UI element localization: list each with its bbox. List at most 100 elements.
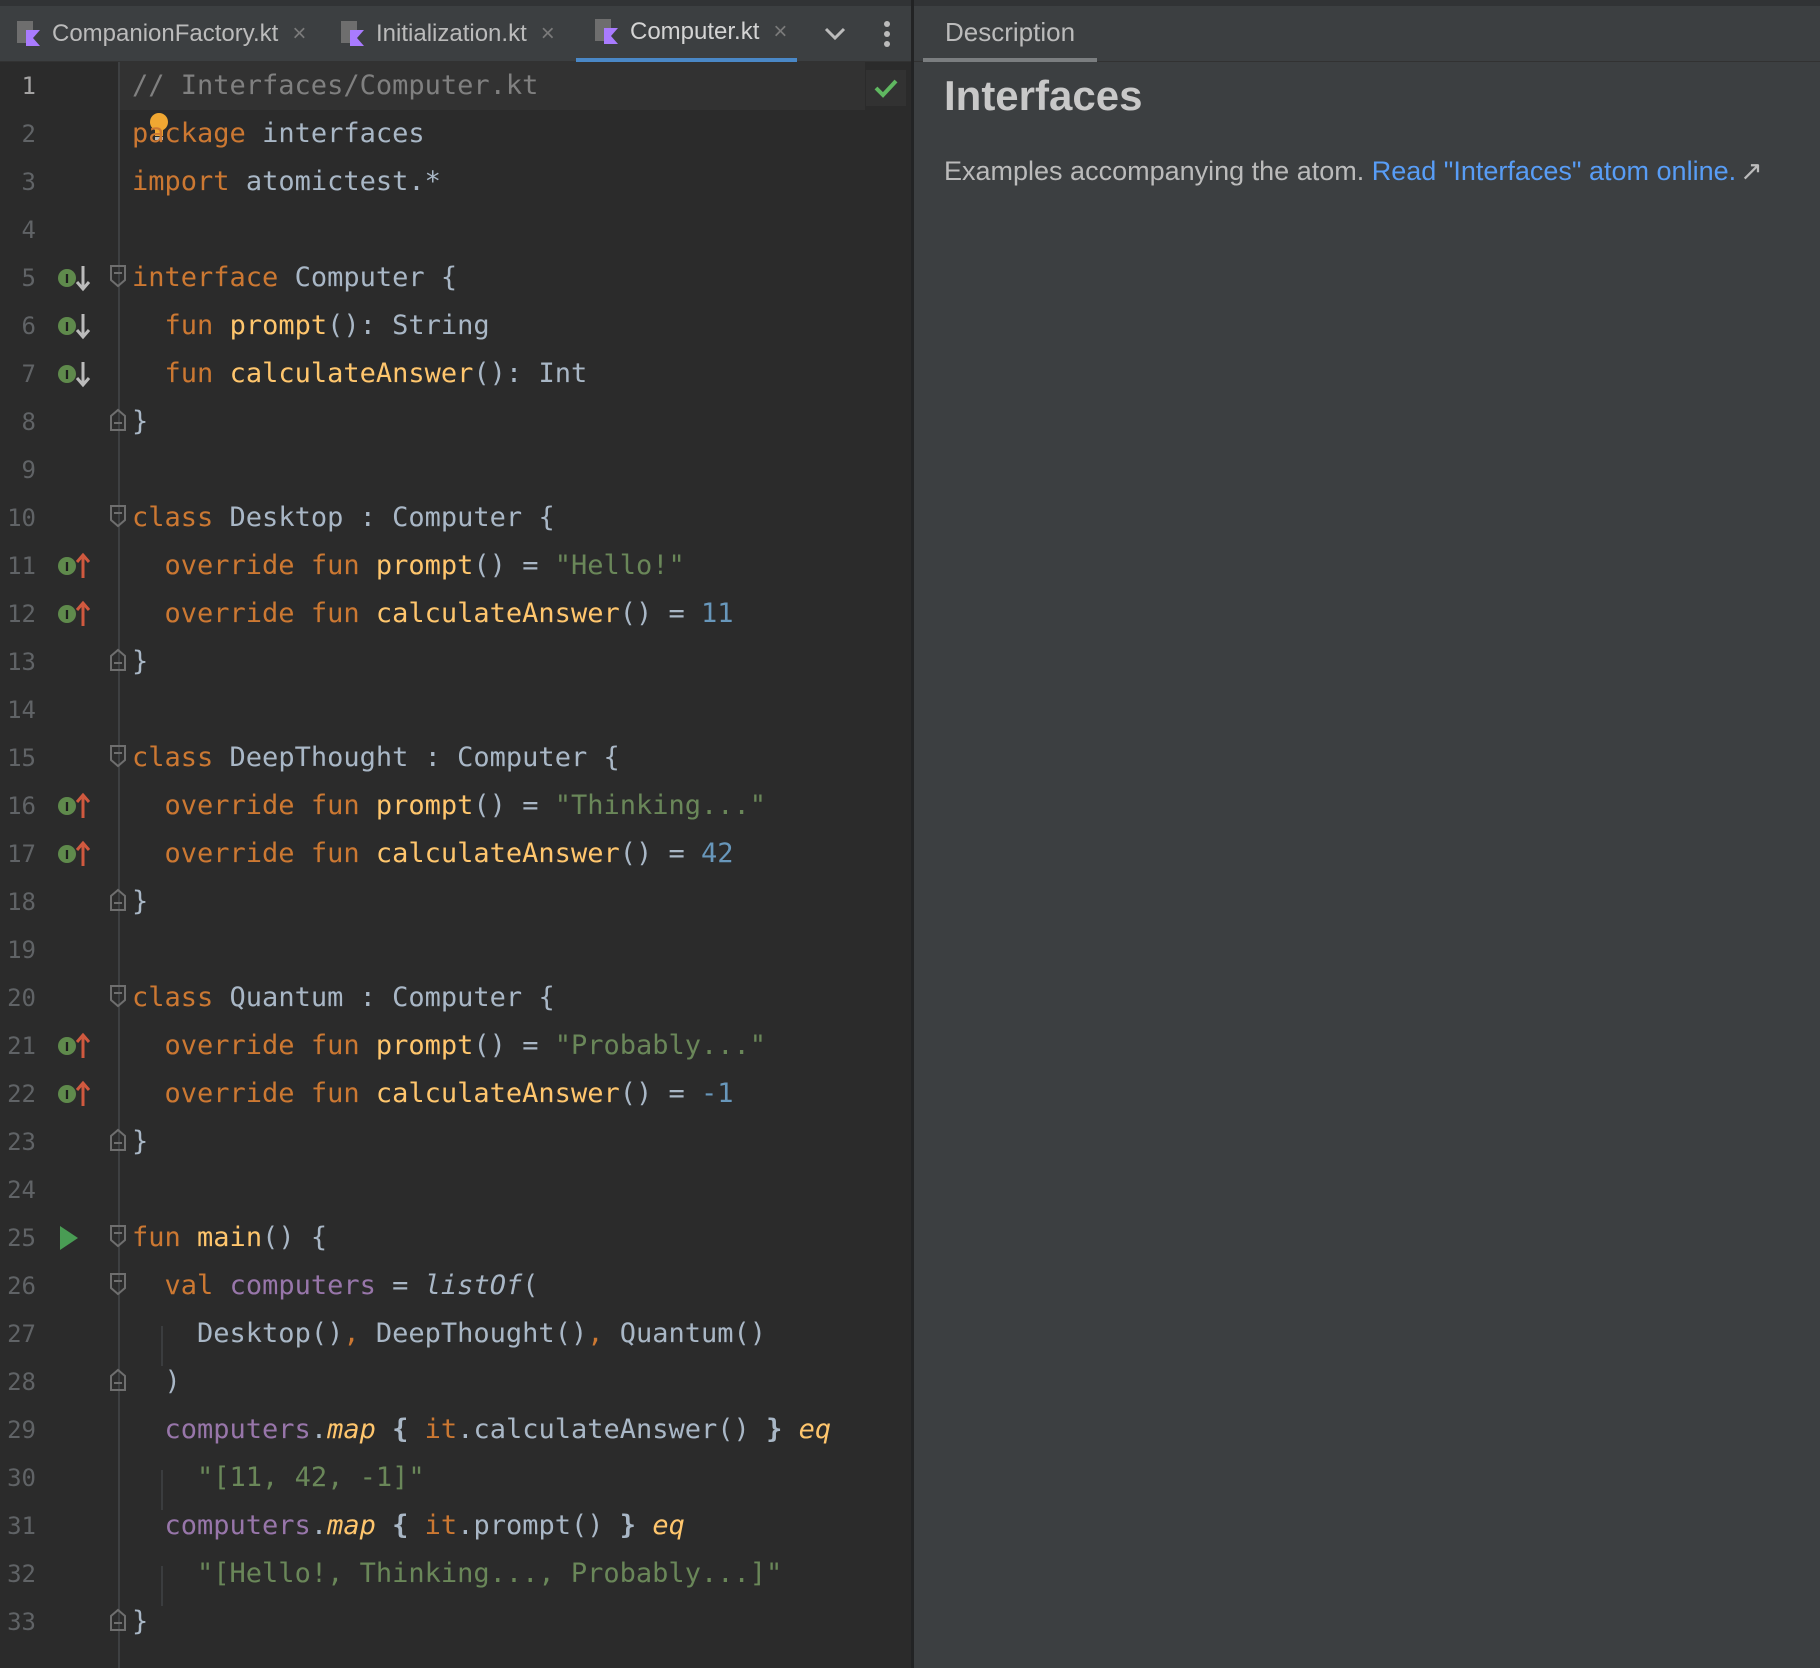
code-line: } [132,406,149,437]
svg-text:I: I [65,272,69,286]
code-line: class DeepThought : Computer { [132,742,620,773]
line-number: 13 [7,648,36,676]
line-number: 22 [7,1080,36,1108]
more-options-button[interactable] [870,16,904,52]
editor-pane: CompanionFactory.kt × Initialization.kt … [0,0,911,1668]
line-number: 19 [7,936,36,964]
line-number: 8 [21,408,36,436]
line-number: 30 [7,1464,36,1492]
code-editor[interactable]: // Interfaces/Computer.kt package interf… [132,62,892,1646]
fold-end-icon[interactable] [108,1608,128,1632]
svg-text:I: I [65,800,69,814]
tab-companion-factory[interactable]: CompanionFactory.kt × [16,6,306,62]
tab-computer[interactable]: Computer.kt × [576,6,798,62]
code-line: package interfaces [132,118,425,149]
code-line: fun calculateAnswer(): Int [164,358,588,389]
fold-icon[interactable] [108,264,128,288]
fold-icon[interactable] [108,984,128,1008]
kotlin-file-icon [341,21,364,46]
kotlin-file-icon [17,21,40,46]
fold-end-icon[interactable] [108,648,128,672]
close-icon[interactable]: × [773,18,787,46]
implemented-by-icon[interactable]: I [52,254,100,302]
svg-text:I: I [65,848,69,862]
line-numbers: 1 2 3 4 5 6 7 8 9 10 11 12 13 14 15 16 1… [0,62,44,1646]
line-number: 32 [7,1560,36,1588]
line-number: 12 [7,600,36,628]
svg-text:I: I [65,320,69,334]
line-number: 10 [7,504,36,532]
line-number: 9 [21,456,36,484]
code-line: class Quantum : Computer { [132,982,555,1013]
implemented-by-icon[interactable]: I [52,350,100,398]
line-number: 21 [7,1032,36,1060]
code-line: fun main() { [132,1222,328,1253]
code-line: class Desktop : Computer { [132,502,555,533]
fold-icon[interactable] [108,1272,128,1296]
fold-end-icon[interactable] [108,888,128,912]
fold-end-icon[interactable] [108,1128,128,1152]
code-line: computers.map { it.calculateAnswer() } e… [164,1414,832,1445]
line-number: 27 [7,1320,36,1348]
code-line: } [132,646,149,677]
implements-icon[interactable]: I [52,782,100,830]
line-number: 26 [7,1272,36,1300]
fold-end-icon[interactable] [108,1368,128,1392]
line-number: 6 [21,312,36,340]
editor-tab-bar: CompanionFactory.kt × Initialization.kt … [0,0,911,62]
line-number: 5 [21,264,36,292]
fold-icon[interactable] [108,744,128,768]
implements-icon[interactable]: I [52,542,100,590]
inspection-status[interactable] [866,70,906,106]
code-line: } [132,1606,149,1637]
close-icon[interactable]: × [292,20,306,48]
line-number: 18 [7,888,36,916]
code-line: override fun calculateAnswer() = -1 [164,1078,734,1109]
code-line: Desktop(), DeepThought(), Quantum() [197,1318,767,1349]
svg-text:I: I [65,368,69,382]
line-number: 25 [7,1224,36,1252]
code-line: val computers = listOf( [164,1270,539,1301]
chevron-down-icon [824,27,846,41]
close-icon[interactable]: × [541,20,555,48]
code-line: interface Computer { [132,262,458,293]
implements-icon[interactable]: I [52,1070,100,1118]
tab-description[interactable]: Description [923,6,1098,62]
code-line: import atomictest.* [132,166,441,197]
fold-icon[interactable] [108,504,128,528]
tab-initialization[interactable]: Initialization.kt × [340,6,555,62]
line-number: 3 [21,168,36,196]
fold-end-icon[interactable] [108,408,128,432]
run-icon[interactable] [52,1214,100,1262]
implements-icon[interactable]: I [52,830,100,878]
line-number: 16 [7,792,36,820]
description-panel: Description Interfaces Examples accompan… [914,0,1820,1668]
code-line: override fun calculateAnswer() = 11 [164,598,734,629]
tab-label: CompanionFactory.kt [52,20,279,47]
line-number: 31 [7,1512,36,1540]
code-line: computers.map { it.prompt() } eq [164,1510,685,1541]
line-number: 24 [7,1176,36,1204]
line-number: 11 [7,552,36,580]
code-line: fun prompt(): String [164,310,490,341]
implements-icon[interactable]: I [52,1022,100,1070]
tabs-dropdown-button[interactable] [818,16,852,52]
line-number: 28 [7,1368,36,1396]
code-line: override fun prompt() = "Hello!" [164,550,685,581]
fold-icon[interactable] [108,1224,128,1248]
tab-label: Initialization.kt [376,20,527,47]
read-online-link[interactable]: Read "Interfaces" atom online. [1372,156,1736,186]
svg-text:I: I [65,560,69,574]
checkmark-icon [874,79,898,98]
line-number: 29 [7,1416,36,1444]
implemented-by-icon[interactable]: I [52,302,100,350]
code-line: ) [164,1366,181,1397]
implements-icon[interactable]: I [52,590,100,638]
line-number: 7 [21,360,36,388]
svg-text:I: I [65,1088,69,1102]
gutter-separator [118,62,120,1668]
description-title: Interfaces [944,72,1143,119]
line-number: 14 [7,696,36,724]
